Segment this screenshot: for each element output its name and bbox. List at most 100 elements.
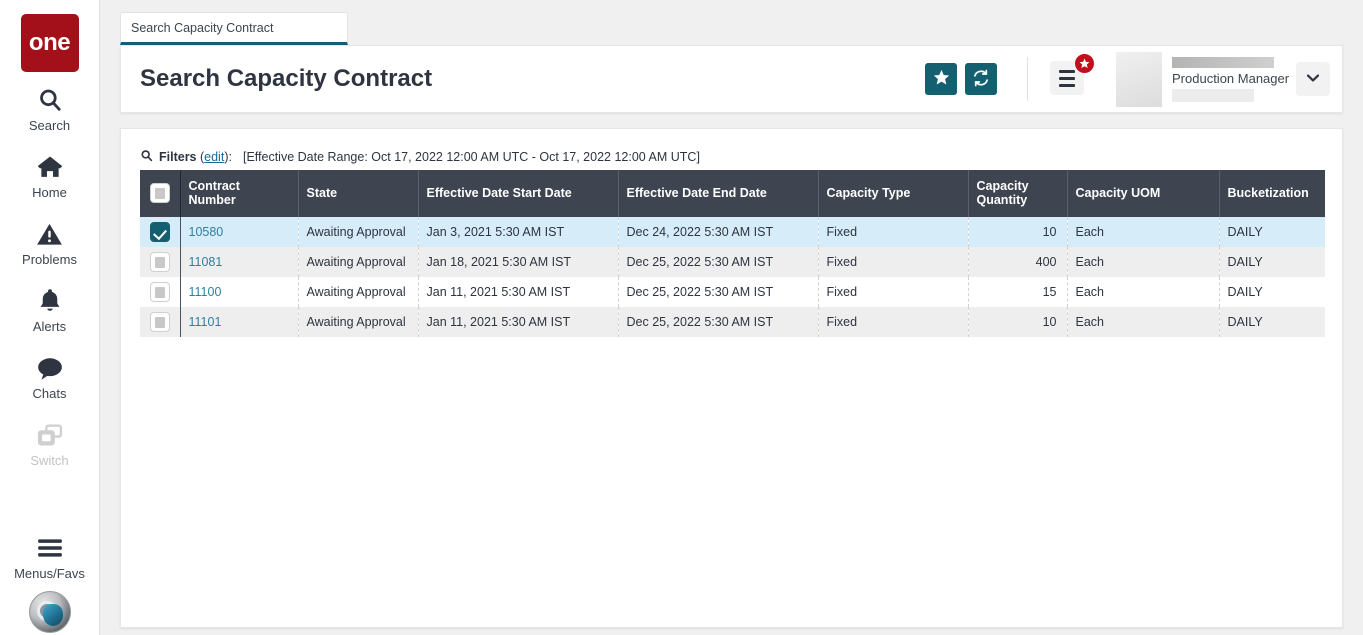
cell-end-date: Dec 24, 2022 5:30 AM IST bbox=[618, 216, 819, 247]
search-icon bbox=[37, 85, 63, 115]
sidebar-item-search[interactable]: Search bbox=[0, 72, 100, 139]
favorite-button[interactable] bbox=[925, 63, 957, 95]
cell-state: Awaiting Approval bbox=[298, 276, 419, 307]
row-select-checkbox[interactable] bbox=[149, 311, 170, 332]
cell-start-date: Jan 11, 2021 5:30 AM IST bbox=[418, 306, 619, 337]
refresh-button[interactable] bbox=[965, 63, 997, 95]
user-role: Production Manager bbox=[1172, 70, 1290, 86]
column-header-bucketization[interactable]: Bucketization bbox=[1219, 170, 1325, 217]
column-header-effective-date-end-date[interactable]: Effective Date End Date bbox=[618, 170, 819, 217]
user-menu-toggle[interactable] bbox=[1296, 62, 1330, 96]
cell-capacity-uom: Each bbox=[1067, 276, 1220, 307]
cell-start-date: Jan 11, 2021 5:30 AM IST bbox=[418, 276, 619, 307]
sidebar-item-label: Search bbox=[28, 118, 71, 133]
bell-icon bbox=[38, 286, 62, 316]
cell-bucketization: DAILY bbox=[1227, 254, 1263, 269]
sidebar-item-alerts[interactable]: Alerts bbox=[0, 273, 100, 340]
row-select-cell bbox=[140, 216, 181, 247]
row-select-checkbox[interactable] bbox=[149, 281, 170, 302]
cell-bucketization: DAILY bbox=[1227, 224, 1263, 239]
cell-end-date: Dec 25, 2022 5:30 AM IST bbox=[618, 276, 819, 307]
select-all-checkbox[interactable] bbox=[149, 183, 170, 204]
cell-state: Awaiting Approval bbox=[298, 216, 419, 247]
cell-start-date: Jan 3, 2021 5:30 AM IST bbox=[418, 216, 619, 247]
filters-edit-link[interactable]: edit bbox=[204, 150, 224, 164]
app-logo[interactable]: one bbox=[20, 14, 79, 72]
cell-capacity-type: Fixed bbox=[818, 276, 969, 307]
cell-contract-number[interactable]: 11101 bbox=[180, 306, 299, 337]
results-table-wrapper[interactable]: Contract Number State Effective Date Sta… bbox=[140, 170, 1325, 563]
cell-capacity-type: Fixed bbox=[818, 246, 969, 277]
row-select-cell bbox=[140, 246, 181, 277]
cell-start-date: Jan 18, 2021 5:30 AM IST bbox=[418, 246, 619, 277]
tab-search-capacity-contract[interactable]: Search Capacity Contract bbox=[120, 12, 348, 45]
sidebar-item-chats[interactable]: Chats bbox=[0, 340, 100, 407]
table-header: Contract Number State Effective Date Sta… bbox=[140, 170, 1325, 217]
table-row[interactable]: 11101 Awaiting Approval Jan 11, 2021 5:30 … bbox=[140, 306, 1325, 337]
sidebar-item-label: Home bbox=[32, 185, 67, 200]
column-header-capacity-type[interactable]: Capacity Type bbox=[818, 170, 969, 217]
page-title: Search Capacity Contract bbox=[140, 65, 433, 92]
table-row[interactable]: 11100 Awaiting Approval Jan 11, 2021 5:30 … bbox=[140, 276, 1325, 307]
filters-range: [Effective Date Range: Oct 17, 2022 12:0… bbox=[242, 150, 700, 164]
cell-capacity-quantity: 10 bbox=[968, 216, 1068, 247]
column-header-contract-number[interactable]: Contract Number bbox=[180, 170, 299, 217]
header-divider bbox=[1027, 57, 1028, 101]
tab-label: Search Capacity Contract bbox=[131, 20, 274, 35]
cell-state: Awaiting Approval bbox=[298, 306, 419, 337]
sidebar-item-problems[interactable]: Problems bbox=[0, 206, 100, 273]
row-select-cell bbox=[140, 306, 181, 337]
refresh-icon bbox=[972, 69, 990, 90]
filter-bar: Filters ( edit ) : [Effective Date Range… bbox=[121, 143, 1342, 171]
cell-capacity-uom: Each bbox=[1067, 246, 1220, 277]
cell-state: Awaiting Approval bbox=[298, 246, 419, 277]
switch-icon bbox=[36, 420, 64, 450]
cell-contract-number[interactable]: 10580 bbox=[180, 216, 299, 247]
column-header-capacity-quantity[interactable]: Capacity Quantity bbox=[968, 170, 1068, 217]
column-header-capacity-uom[interactable]: Capacity UOM bbox=[1067, 170, 1220, 217]
header-menu-button[interactable] bbox=[1050, 53, 1095, 97]
user-org-redacted bbox=[1172, 88, 1254, 102]
filters-label: Filters bbox=[159, 150, 197, 164]
column-header-effective-date-start-date[interactable]: Effective Date Start Date bbox=[418, 170, 619, 217]
sidebar-item-switch[interactable]: Switch bbox=[0, 407, 100, 474]
user-text: Production Manager bbox=[1172, 56, 1290, 102]
results-table: Contract Number State Effective Date Sta… bbox=[140, 170, 1325, 337]
app-logo-text: one bbox=[28, 29, 71, 56]
cell-capacity-quantity: 10 bbox=[968, 306, 1068, 337]
sidebar-item-menus-favs[interactable]: Menus/Favs bbox=[0, 520, 100, 587]
filters-colon: : bbox=[228, 150, 232, 164]
cell-capacity-uom: Each bbox=[1067, 216, 1220, 247]
cell-bucketization: DAILY bbox=[1227, 284, 1263, 299]
row-select-checkbox[interactable] bbox=[149, 251, 170, 272]
table-row[interactable]: 10580 Awaiting Approval Jan 3, 2021 5:30 A… bbox=[140, 216, 1325, 247]
sidebar-item-label: Switch bbox=[30, 453, 69, 468]
avatar[interactable] bbox=[28, 591, 71, 633]
cell-capacity-type: Fixed bbox=[818, 216, 969, 247]
filters-paren-open: ( bbox=[196, 150, 205, 164]
hamburger-icon bbox=[36, 533, 64, 563]
sidebar-item-label: Alerts bbox=[32, 319, 67, 334]
search-icon bbox=[140, 149, 153, 165]
warning-icon bbox=[36, 219, 63, 249]
chevron-down-icon bbox=[1306, 70, 1320, 88]
sidebar-item-label: Menus/Favs bbox=[14, 566, 85, 581]
sidebar-item-home[interactable]: Home bbox=[0, 139, 100, 206]
cell-capacity-type: Fixed bbox=[818, 306, 969, 337]
chat-icon bbox=[36, 353, 64, 383]
table-body: 10580 Awaiting Approval Jan 3, 2021 5:30 A… bbox=[140, 216, 1325, 337]
user-block[interactable]: Production Manager bbox=[1116, 51, 1330, 107]
table-row[interactable]: 11081 Awaiting Approval Jan 18, 2021 5:30 … bbox=[140, 246, 1325, 277]
user-name-redacted bbox=[1172, 56, 1274, 68]
cell-contract-number[interactable]: 11081 bbox=[180, 246, 299, 277]
cell-capacity-quantity: 15 bbox=[968, 276, 1068, 307]
sidebar: one Search Home Problems Alerts Chats Sw… bbox=[0, 0, 100, 635]
header-actions: Production Manager bbox=[917, 46, 1342, 112]
cell-contract-number[interactable]: 11100 bbox=[180, 276, 299, 307]
column-header-state[interactable]: State bbox=[298, 170, 419, 217]
select-all-header bbox=[140, 170, 181, 217]
row-select-cell bbox=[140, 276, 181, 307]
cell-capacity-quantity: 400 bbox=[968, 246, 1068, 277]
results-panel: Filters ( edit ) : [Effective Date Range… bbox=[120, 128, 1343, 628]
row-select-checkbox[interactable] bbox=[149, 221, 170, 242]
